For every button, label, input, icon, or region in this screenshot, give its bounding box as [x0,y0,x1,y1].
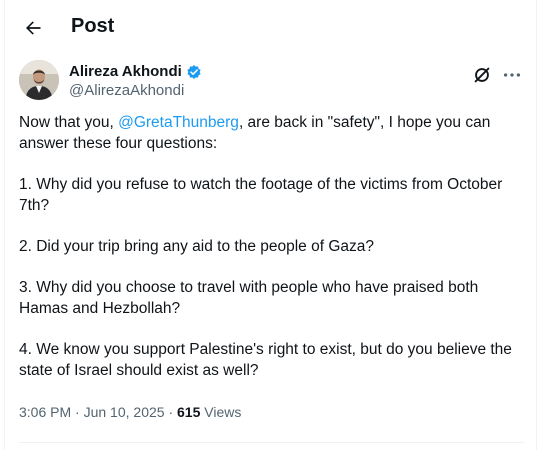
question-3: 3. Why did you choose to travel with peo… [19,279,479,317]
question-1: 1. Why did you refuse to watch the foota… [19,176,503,214]
views-label: Views [204,404,242,420]
divider [19,442,524,443]
more-button[interactable] [501,64,523,86]
avatar-image [19,60,59,100]
author-handle[interactable]: @AlirezaAkhondi [69,82,184,99]
arrow-left-icon [26,21,41,35]
header-bar: Post [5,0,536,56]
grok-icon [474,67,490,83]
name-line: Alireza Akhondi [69,63,202,80]
post-date[interactable]: Jun 10, 2025 [84,404,165,420]
question-4: 4. We know you support Palestine's right… [19,341,512,379]
meta-separator-1: · [71,404,84,420]
post-intro: Now that you, @GretaThunberg, are back i… [19,112,529,154]
post-text: Now that you, @GretaThunberg, are back i… [19,112,529,401]
post-author: Alireza Akhondi @AlirezaAkhondi [19,60,523,104]
mention-link[interactable]: @GretaThunberg [118,114,239,131]
back-button[interactable] [15,10,51,46]
avatar[interactable] [19,60,59,100]
grok-button[interactable] [471,64,493,86]
verified-badge-icon [187,64,201,79]
meta-separator-2: · [164,404,178,420]
intro-text-start: Now that you, [19,114,119,131]
post-page: Post Alireza Akhondi @AlirezaAkhondi Now… [4,0,537,450]
views-count: 615 [177,404,201,420]
author-name[interactable]: Alireza Akhondi [69,63,182,80]
page-title: Post [71,15,115,37]
question-2: 2. Did your trip bring any aid to the pe… [19,238,374,255]
post-time[interactable]: 3:06 PM [19,404,71,420]
more-icon [503,73,521,77]
post-metadata: 3:06 PM · Jun 10, 2025 · 615 Views [19,404,241,420]
